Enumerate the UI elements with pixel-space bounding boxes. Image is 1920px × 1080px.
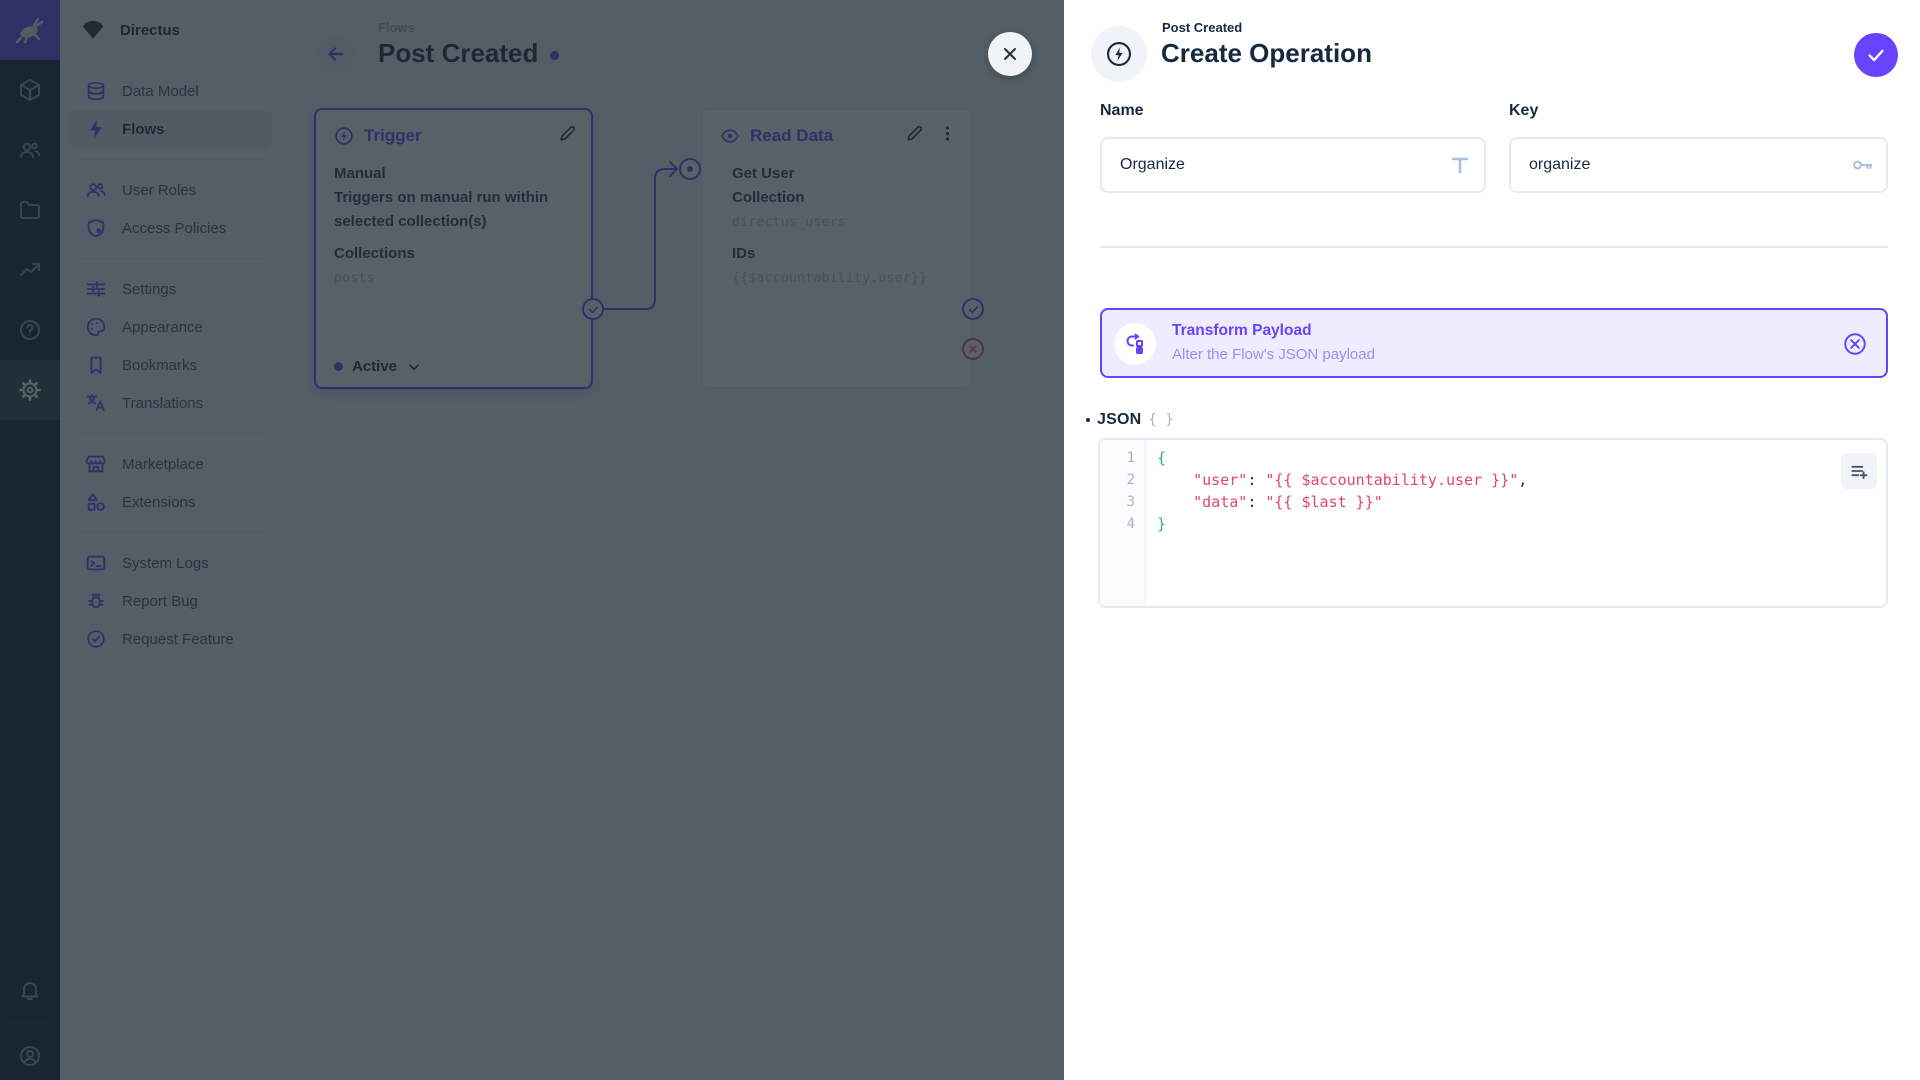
- operation-type-card[interactable]: Transform Payload Alter the Flow's JSON …: [1100, 308, 1888, 378]
- json-field-header: JSON { }: [1086, 411, 1174, 429]
- code-token: "{{ $accountability.user }}": [1265, 471, 1519, 489]
- name-field: [1100, 137, 1486, 193]
- json-code-editor[interactable]: 1 2 3 4 { "user": "{{ $accountability.user …: [1098, 438, 1888, 608]
- playlist-add-icon: [1851, 465, 1868, 479]
- code-token: :: [1247, 493, 1266, 511]
- code-token: "data": [1193, 493, 1248, 511]
- code-line: }: [1157, 513, 1876, 535]
- code-line: "user": "{{ $accountability.user }}",: [1157, 469, 1876, 491]
- json-field-label: JSON: [1097, 411, 1142, 428]
- key-icon: [1850, 153, 1874, 177]
- section-divider: [1100, 246, 1888, 248]
- line-number: 1: [1126, 450, 1135, 466]
- check-icon: [1868, 49, 1884, 62]
- code-token: {: [1157, 449, 1167, 467]
- drawer-overlay[interactable]: [0, 0, 1064, 1080]
- name-input[interactable]: [1100, 137, 1486, 193]
- expand-editor-button[interactable]: [1841, 453, 1877, 489]
- title-case-icon: [1448, 153, 1472, 177]
- operation-type-title: Transform Payload: [1172, 322, 1312, 339]
- code-line: {: [1157, 447, 1876, 469]
- key-input[interactable]: [1509, 137, 1888, 193]
- code-token: "{{ $last }}": [1265, 493, 1383, 511]
- save-button[interactable]: [1854, 33, 1898, 77]
- drawer-breadcrumb: Post Created: [1162, 20, 1243, 35]
- drawer-title: Create Operation: [1161, 38, 1372, 68]
- code-token: :: [1247, 471, 1266, 489]
- close-drawer-button[interactable]: [988, 32, 1032, 76]
- app: Directus Data Model Flows User Roles Acc…: [0, 0, 1920, 1080]
- create-operation-drawer: Post Created Create Operation Name Key T…: [1064, 0, 1920, 1080]
- line-number: 2: [1126, 472, 1135, 488]
- key-field-label: Key: [1509, 102, 1539, 119]
- code-line: "data": "{{ $last }}": [1157, 491, 1876, 513]
- key-field: [1509, 137, 1888, 193]
- code-token: ,: [1518, 471, 1528, 489]
- code-token: "user": [1193, 471, 1248, 489]
- code-token: }: [1157, 515, 1167, 533]
- name-field-label: Name: [1100, 102, 1144, 119]
- line-number: 3: [1126, 494, 1135, 510]
- close-icon: [1004, 48, 1016, 60]
- operation-type-subtitle: Alter the Flow's JSON payload: [1172, 346, 1375, 363]
- code-braces-icon: { }: [1148, 412, 1174, 428]
- editor-gutter: 1 2 3 4: [1100, 440, 1146, 606]
- editor-code[interactable]: { "user": "{{ $accountability.user }}", …: [1147, 440, 1886, 606]
- line-number: 4: [1126, 516, 1135, 532]
- deselect-operation-button[interactable]: [1842, 331, 1868, 357]
- drawer-header-icon: [1091, 26, 1147, 82]
- transform-icon: [1114, 323, 1156, 365]
- flash-circle-icon: [1106, 41, 1132, 67]
- required-dot: [1086, 418, 1090, 422]
